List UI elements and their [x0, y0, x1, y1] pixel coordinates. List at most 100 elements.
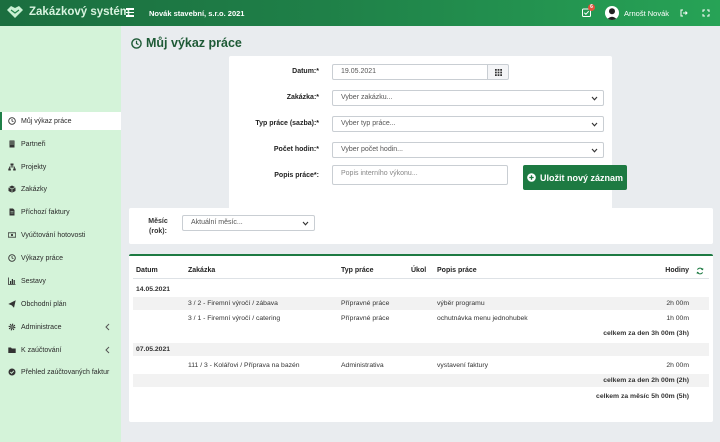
sidebar-item-label: Sestavy — [21, 277, 46, 285]
sidebar-item-label: Zakázky — [21, 185, 48, 193]
sidebar-item-reports[interactable]: Sestavy — [0, 272, 121, 290]
bar-chart-icon — [8, 277, 16, 285]
sidebar-item-label: Obchodní plán — [21, 300, 67, 308]
day-total: celkem za den 3h 00m (3h) — [603, 330, 689, 337]
table-row[interactable]: 3 / 1 - Firemní výročí / catering Přípra… — [133, 312, 709, 325]
box-icon — [8, 185, 16, 193]
sidebar-item-label: Můj výkaz práce — [21, 117, 72, 125]
cell-order: 111 / 3 - Kolářovi / Příprava na bazén — [188, 362, 300, 369]
plus-circle-icon — [527, 173, 536, 182]
page-title: Můj výkaz práce — [131, 36, 242, 50]
sidebar-item-label: Přehled zaúčtovaných faktur — [21, 368, 110, 376]
sidebar-item-administration[interactable]: Administrace — [0, 318, 121, 336]
clock-icon — [131, 37, 142, 49]
description-textarea[interactable]: Popis interního výkonu... — [332, 165, 508, 185]
sidebar-item-projects[interactable]: Projekty — [0, 158, 121, 176]
cell-hours: 2h 00m — [666, 300, 689, 307]
money-icon — [8, 232, 16, 238]
table-row[interactable]: 111 / 3 - Kolářovi / Příprava na bazén A… — [133, 359, 709, 372]
folder-icon — [8, 347, 16, 353]
sitemap-icon — [8, 163, 16, 171]
cell-order: 3 / 2 - Firemní výročí / zábava — [188, 300, 278, 307]
day-total: celkem za den 2h 00m (2h) — [603, 377, 689, 384]
building-icon — [9, 140, 15, 148]
sidebar-item-business-plan[interactable]: Obchodní plán — [0, 295, 121, 313]
day-total-row: celkem za den 3h 00m (3h) — [133, 327, 709, 340]
sidebar-item-my-timesheet[interactable]: Můj výkaz práce — [0, 112, 121, 130]
group-date: 07.05.2021 — [136, 346, 171, 353]
day-total-row: celkem za den 2h 00m (2h) — [133, 374, 709, 387]
cell-order: 3 / 1 - Firemní výročí / catering — [188, 315, 281, 322]
date-field[interactable]: 19.05.2021 — [332, 64, 488, 80]
month-total: celkem za měsíc 5h 00m (5h) — [596, 393, 689, 400]
column-header-type[interactable]: Typ práce — [341, 267, 374, 274]
chevron-down-icon — [302, 221, 309, 226]
column-header-date[interactable]: Datum — [136, 267, 158, 274]
calendar-grid-icon — [495, 69, 502, 76]
sidebar-item-partners[interactable]: Partneři — [0, 135, 121, 153]
order-label: Zakázka:* — [286, 94, 319, 101]
chevron-down-icon — [591, 122, 598, 127]
date-label: Datum:* — [292, 68, 319, 75]
notification-badge: 6 — [588, 4, 595, 11]
gear-icon — [8, 323, 16, 331]
sidebar-item-to-post[interactable]: K zaúčtování — [0, 341, 121, 359]
sidebar-item-label: Administrace — [21, 323, 62, 331]
sidebar-item-posted-invoices[interactable]: Přehled zaúčtovaných faktur — [0, 363, 121, 381]
fullscreen-icon[interactable] — [702, 9, 710, 17]
column-header-description[interactable]: Popis práce — [437, 267, 477, 274]
column-header-task[interactable]: Úkol — [411, 267, 426, 274]
clock-icon — [8, 117, 16, 125]
timesheet-table: Datum Zakázka Typ práce Úkol Popis práce… — [129, 254, 713, 422]
save-entry-button[interactable]: Uložit nový záznam — [523, 165, 627, 190]
worktype-select[interactable]: Vyber typ práce... — [332, 116, 604, 132]
sidebar-item-cash-settlement[interactable]: Vyúčtování hotovosti — [0, 226, 121, 244]
app-title: Zakázkový systém — [29, 6, 131, 18]
cell-type: Přípravné práce — [341, 315, 390, 322]
month-total-row: celkem za měsíc 5h 00m (5h) — [133, 390, 709, 403]
cell-hours: 1h 00m — [666, 315, 689, 322]
sidebar-item-label: Příchozí faktury — [21, 208, 70, 216]
sidebar: Můj výkaz práce Partneři Projekty Zakázk… — [0, 26, 121, 442]
description-label: Popis práce*: — [274, 172, 319, 179]
document-icon — [9, 208, 15, 216]
cell-description: výběr programu — [437, 300, 485, 307]
main-content: Můj výkaz práce Datum:* 19.05.2021 Zakáz… — [121, 26, 720, 442]
chevron-left-icon — [105, 346, 110, 354]
logout-icon[interactable] — [680, 9, 688, 17]
column-header-order[interactable]: Zakázka — [188, 267, 215, 274]
cell-type: Přípravné práce — [341, 300, 390, 307]
refresh-icon[interactable] — [696, 267, 704, 275]
group-date: 14.05.2021 — [136, 286, 171, 293]
top-navbar: Zakázkový systém Novák stavební, s.r.o. … — [0, 0, 720, 26]
sidebar-item-label: K zaúčtování — [21, 346, 62, 354]
user-name[interactable]: Arnošt Novák — [624, 9, 669, 18]
sidebar-item-label: Projekty — [21, 163, 47, 171]
cell-type: Administrativa — [341, 362, 384, 369]
sidebar-item-label: Partneři — [21, 140, 46, 148]
order-select[interactable]: Vyber zakázku... — [332, 90, 604, 106]
column-header-hours[interactable]: Hodiny — [649, 267, 689, 274]
company-name: Novák stavební, s.r.o. 2021 — [149, 9, 245, 18]
menu-toggle-icon[interactable] — [126, 8, 134, 17]
cell-description: ochutnávka menu jednohubek — [437, 315, 528, 322]
sidebar-item-timesheets[interactable]: Výkazy práce — [0, 249, 121, 267]
brand[interactable]: Zakázkový systém — [6, 4, 130, 20]
sidebar-item-orders[interactable]: Zakázky — [0, 180, 121, 198]
date-group-row: 14.05.2021 — [133, 283, 709, 296]
month-filter: Měsíc (rok): Aktuální měsíc... — [129, 208, 713, 244]
cell-hours: 2h 00m — [666, 362, 689, 369]
hours-select[interactable]: Vyber počet hodin... — [332, 142, 604, 158]
hours-label: Počet hodin:* — [273, 146, 319, 153]
sidebar-item-incoming-invoices[interactable]: Příchozí faktury — [0, 203, 121, 221]
header-divider — [133, 278, 709, 279]
chevron-down-icon — [591, 148, 598, 153]
month-select[interactable]: Aktuální měsíc... — [182, 215, 315, 231]
sidebar-item-label: Vyúčtování hotovosti — [21, 231, 86, 239]
cell-description: vystavení faktury — [437, 362, 488, 369]
chevron-left-icon — [105, 323, 110, 331]
user-avatar[interactable] — [605, 6, 619, 20]
table-row[interactable]: 3 / 2 - Firemní výročí / zábava Přípravn… — [133, 297, 709, 310]
calendar-button[interactable] — [487, 64, 509, 80]
check-circle-icon — [8, 368, 16, 376]
